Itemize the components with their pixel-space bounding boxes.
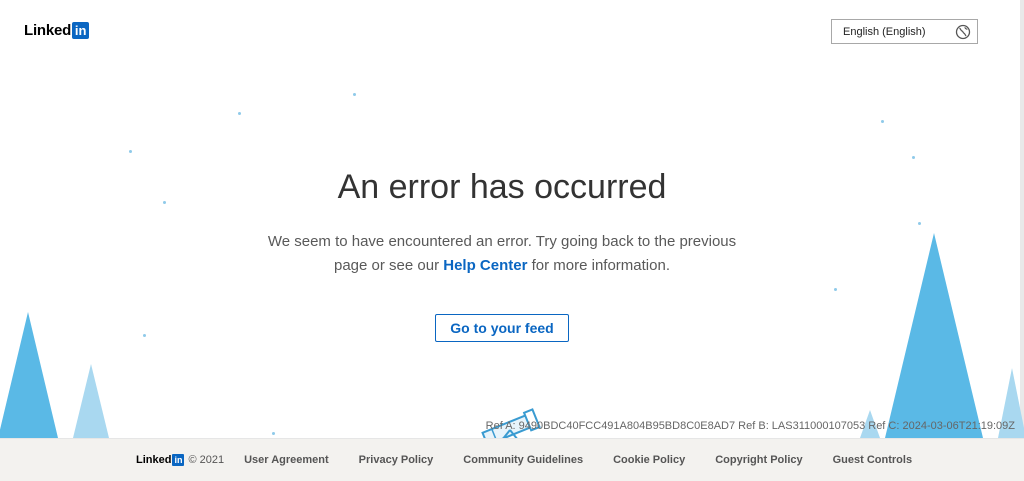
snow-dot [353,93,356,96]
footer-links-bar: Linked in © 2021 User Agreement Privacy … [136,454,942,466]
language-selector[interactable]: English (English) [831,19,978,44]
footer-link-privacy-policy[interactable]: Privacy Policy [359,454,434,466]
footer-link-cookie-policy[interactable]: Cookie Policy [613,454,685,466]
error-page: Linked in English (English) An error has… [0,0,1024,481]
globe-icon [955,24,971,40]
snow-dot [912,156,915,159]
snow-dot [834,288,837,291]
tree-decoration [73,364,109,438]
snow-dot [918,222,921,225]
footer-logo[interactable]: Linked in [136,454,185,466]
linkedin-logo[interactable]: Linked in [24,22,90,39]
footer-logo-in-badge: in [172,454,185,466]
error-message-text-end: for more information. [527,257,670,274]
footer-link-community-guidelines[interactable]: Community Guidelines [463,454,583,466]
reference-ids: Ref A: 9490BDC40FCC491A804B95BD8C0E8AD7 … [485,420,1015,432]
footer-link-guest-controls[interactable]: Guest Controls [833,454,912,466]
tree-decoration [885,233,983,438]
tree-decoration [0,312,58,438]
snow-dot [129,150,132,153]
footer-logo-word: Linked [136,454,172,466]
footer-copyright: © 2021 [188,454,225,466]
help-center-link[interactable]: Help Center [443,257,527,274]
footer: Linked in © 2021 User Agreement Privacy … [0,438,1024,481]
logo-word: Linked [24,22,72,39]
snow-dot [272,432,275,435]
footer-link-user-agreement[interactable]: User Agreement [244,454,329,466]
logo-in-badge: in [72,22,90,39]
snow-dot [143,334,146,337]
footer-link-copyright-policy[interactable]: Copyright Policy [715,454,802,466]
error-message: We seem to have encountered an error. Tr… [262,230,742,278]
go-to-feed-button[interactable]: Go to your feed [435,314,569,342]
snow-dot [238,112,241,115]
snow-dot [881,120,884,123]
error-title: An error has occurred [337,168,667,206]
language-selector-label: English (English) [843,26,926,38]
